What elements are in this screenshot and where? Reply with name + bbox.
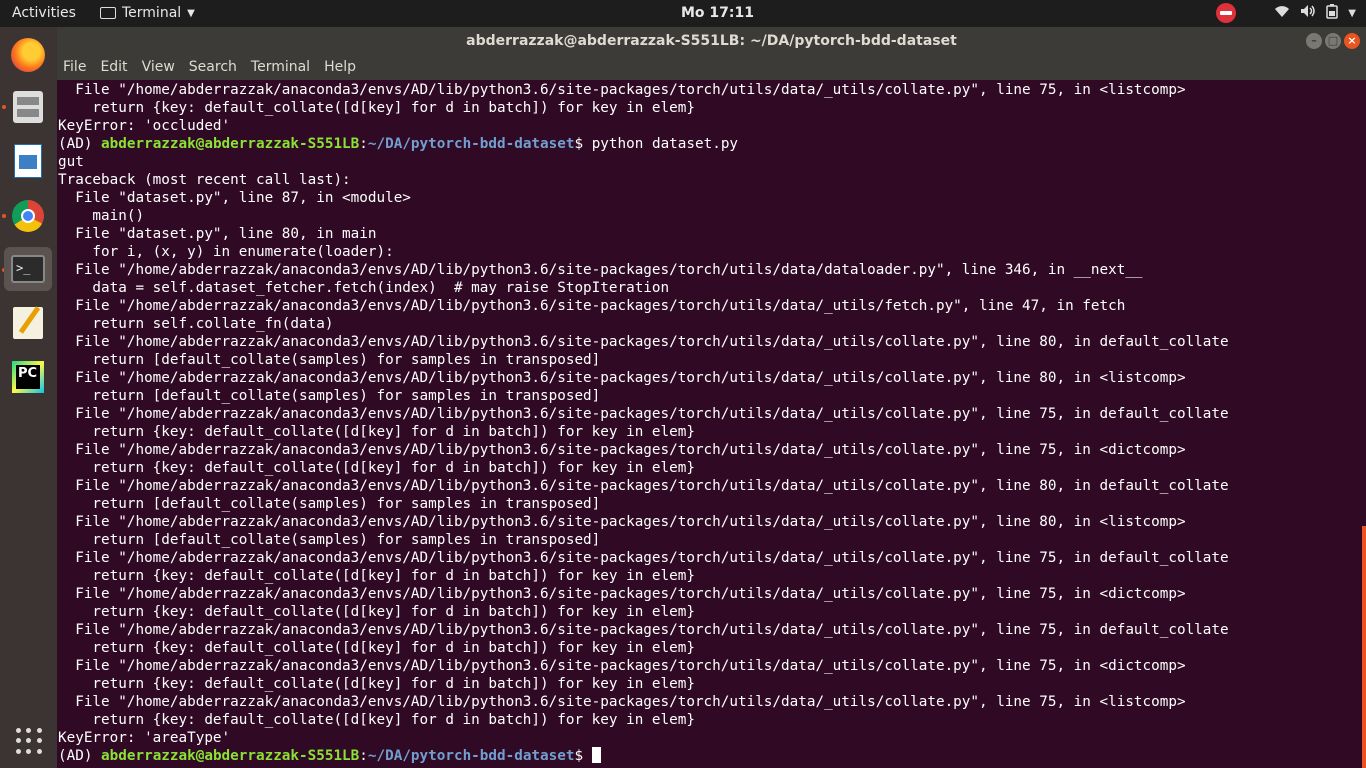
battery-icon: [1326, 3, 1339, 23]
terminal-line: KeyError: 'occluded': [58, 118, 231, 134]
app-menu-label: Terminal: [122, 5, 182, 21]
prompt-line: (AD) abderrazzak@abderrazzak-S551LB:~/DA…: [58, 747, 1229, 765]
window-titlebar[interactable]: abderrazzak@abderrazzak-S551LB: ~/DA/pyt…: [57, 27, 1366, 56]
terminal-line: File "dataset.py", line 87, in <module>: [58, 190, 411, 206]
terminal-line: File "/home/abderrazzak/anaconda3/envs/A…: [58, 298, 1126, 314]
prompt-command: python dataset.py: [591, 136, 739, 152]
terminal-line: return [default_collate(samples) for sam…: [58, 532, 601, 548]
terminal-line: return {key: default_collate([d[key] for…: [58, 568, 695, 584]
do-not-disturb-icon[interactable]: [1216, 3, 1237, 23]
terminal-line: Traceback (most recent call last):: [58, 172, 351, 188]
scrollbar-thumb[interactable]: [1362, 526, 1366, 768]
text-cursor: [591, 747, 601, 763]
dock-terminal[interactable]: >_: [4, 247, 52, 291]
terminal-line: return {key: default_collate([d[key] for…: [58, 676, 695, 692]
close-button[interactable]: ×: [1344, 33, 1360, 49]
terminal-line: File "/home/abderrazzak/anaconda3/envs/A…: [58, 442, 1186, 458]
terminal-line: File "/home/abderrazzak/anaconda3/envs/A…: [58, 406, 1229, 422]
running-indicator: [2, 214, 6, 218]
terminal-line: return {key: default_collate([d[key] for…: [58, 640, 695, 656]
terminal-icon: >_: [11, 255, 45, 283]
terminal-line: File "/home/abderrazzak/anaconda3/envs/A…: [58, 82, 1186, 98]
terminal-line: KeyError: 'areaType': [58, 730, 231, 746]
prompt-path: ~/DA/pytorch-bdd-dataset: [367, 136, 575, 152]
menu-edit[interactable]: Edit: [93, 56, 134, 80]
system-menu-chevron-icon: ▼: [1348, 7, 1356, 19]
terminal-output[interactable]: File "/home/abderrazzak/anaconda3/envs/A…: [57, 80, 1362, 768]
prompt-path: ~/DA/pytorch-bdd-dataset: [367, 748, 575, 764]
prompt-line: (AD) abderrazzak@abderrazzak-S551LB:~/DA…: [58, 135, 1229, 153]
running-indicator: [2, 105, 6, 109]
prompt-user: abderrazzak@abderrazzak-S551LB: [101, 748, 360, 764]
firefox-icon: [11, 38, 45, 72]
terminal-line: return {key: default_collate([d[key] for…: [58, 604, 695, 620]
prompt-user: abderrazzak@abderrazzak-S551LB: [101, 136, 360, 152]
menu-help[interactable]: Help: [317, 56, 363, 80]
menu-bar: File Edit View Search Terminal Help: [57, 56, 1366, 80]
chevron-down-icon: ▼: [187, 7, 195, 19]
terminal-line: File "/home/abderrazzak/anaconda3/envs/A…: [58, 262, 1143, 278]
document-viewer-icon: [14, 144, 42, 178]
menu-file[interactable]: File: [57, 56, 93, 80]
dock-document-viewer[interactable]: [9, 142, 47, 180]
dock-chrome[interactable]: [9, 197, 47, 235]
terminal-line: return {key: default_collate([d[key] for…: [58, 460, 695, 476]
show-apps-icon[interactable]: [16, 728, 42, 754]
terminal-line: return self.collate_fn(data): [58, 316, 334, 332]
files-icon: [13, 91, 43, 123]
terminal-app-icon: [100, 7, 116, 19]
terminal-line: gut: [58, 154, 84, 170]
prompt-separator: :: [359, 748, 368, 764]
terminal-lines: File "/home/abderrazzak/anaconda3/envs/A…: [58, 81, 1229, 765]
terminal-line: data = self.dataset_fetcher.fetch(index)…: [58, 280, 670, 296]
terminal-line: File "/home/abderrazzak/anaconda3/envs/A…: [58, 550, 1229, 566]
app-menu[interactable]: Terminal ▼: [100, 5, 195, 21]
prompt-symbol: $: [574, 748, 592, 764]
clock[interactable]: Mo 17:11: [681, 5, 754, 21]
terminal-line: return [default_collate(samples) for sam…: [58, 388, 601, 404]
dock-pycharm[interactable]: PC: [9, 358, 47, 396]
terminal-line: main(): [58, 208, 145, 224]
terminal-line: return [default_collate(samples) for sam…: [58, 496, 601, 512]
terminal-line: File "/home/abderrazzak/anaconda3/envs/A…: [58, 586, 1186, 602]
window-title: abderrazzak@abderrazzak-S551LB: ~/DA/pyt…: [466, 33, 957, 49]
terminal-line: File "dataset.py", line 80, in main: [58, 226, 377, 242]
dock-firefox[interactable]: [9, 36, 47, 74]
volume-icon: [1300, 4, 1316, 22]
activities-button[interactable]: Activities: [12, 5, 76, 21]
terminal-line: File "/home/abderrazzak/anaconda3/envs/A…: [58, 370, 1186, 386]
maximize-button[interactable]: □: [1325, 33, 1341, 49]
top-bar: Activities Terminal ▼ Mo 17:11 ▼: [0, 0, 1366, 27]
terminal-line: File "/home/abderrazzak/anaconda3/envs/A…: [58, 622, 1229, 638]
menu-view[interactable]: View: [135, 56, 182, 80]
dock-files[interactable]: [9, 88, 47, 126]
terminal-line: File "/home/abderrazzak/anaconda3/envs/A…: [58, 478, 1229, 494]
prompt-env: (AD): [58, 136, 102, 152]
terminal-line: File "/home/abderrazzak/anaconda3/envs/A…: [58, 334, 1229, 350]
dock-text-editor[interactable]: [9, 304, 47, 342]
terminal-line: File "/home/abderrazzak/anaconda3/envs/A…: [58, 694, 1186, 710]
prompt-symbol: $: [574, 136, 592, 152]
scrollbar[interactable]: [1362, 80, 1366, 768]
terminal-line: return [default_collate(samples) for sam…: [58, 352, 601, 368]
terminal-line: return {key: default_collate([d[key] for…: [58, 100, 695, 116]
wifi-icon: [1274, 4, 1290, 22]
terminal-line: for i, (x, y) in enumerate(loader):: [58, 244, 394, 260]
pycharm-icon: PC: [12, 361, 44, 393]
dock: >_ PC: [0, 27, 57, 768]
menu-search[interactable]: Search: [182, 56, 244, 80]
prompt-separator: :: [359, 136, 368, 152]
terminal-line: File "/home/abderrazzak/anaconda3/envs/A…: [58, 514, 1186, 530]
terminal-line: return {key: default_collate([d[key] for…: [58, 424, 695, 440]
chrome-icon: [12, 200, 44, 232]
system-tray[interactable]: ▼: [1216, 3, 1356, 23]
text-editor-icon: [13, 307, 43, 339]
prompt-env: (AD): [58, 748, 102, 764]
menu-terminal[interactable]: Terminal: [244, 56, 317, 80]
terminal-line: return {key: default_collate([d[key] for…: [58, 712, 695, 728]
terminal-line: File "/home/abderrazzak/anaconda3/envs/A…: [58, 658, 1186, 674]
minimize-button[interactable]: –: [1306, 33, 1322, 49]
